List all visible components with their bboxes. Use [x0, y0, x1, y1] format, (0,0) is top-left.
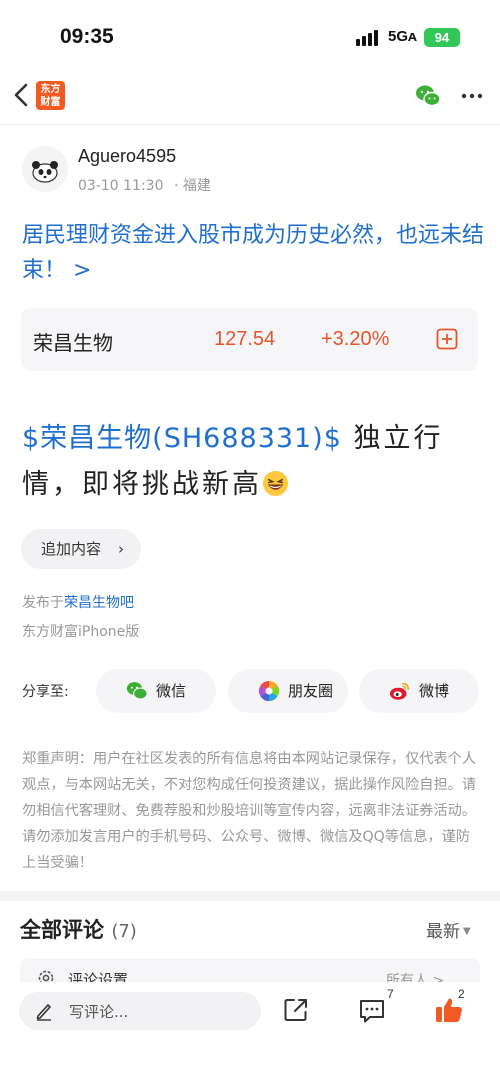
- app-logo[interactable]: 东方 财富: [36, 81, 65, 110]
- logo-line-1: 东方: [40, 84, 61, 95]
- comment-count-badge: 7: [387, 987, 394, 1001]
- comment-input[interactable]: 写评论...: [19, 992, 261, 1030]
- post-date: 03-10 11:30: [78, 178, 164, 194]
- author-name[interactable]: Aguero4595: [78, 146, 176, 167]
- wechat-icon[interactable]: [415, 84, 441, 108]
- comments-title-label: 全部评论: [20, 918, 104, 942]
- comment-placeholder: 写评论...: [69, 1003, 129, 1021]
- sort-label: 最新: [426, 922, 460, 942]
- signal-icon: [356, 29, 382, 46]
- published-prefix: 发布于: [22, 595, 64, 611]
- avatar[interactable]: [22, 146, 68, 192]
- stock-change: +3.20%: [321, 328, 390, 350]
- post-location: · 福建: [173, 178, 211, 194]
- wechat-icon: [126, 682, 148, 700]
- battery-icon: 94: [424, 28, 460, 47]
- share-icon[interactable]: [283, 997, 309, 1023]
- back-icon[interactable]: [10, 80, 34, 110]
- panda-avatar-icon: [32, 161, 58, 183]
- share-wechat-button[interactable]: 微信: [96, 669, 216, 713]
- share-label: 分享至:: [22, 684, 69, 700]
- logo-line-2: 财富: [40, 97, 61, 108]
- sort-dropdown[interactable]: 最新 ▼: [426, 917, 471, 942]
- comments-title: 全部评论 (7): [20, 914, 137, 944]
- status-time: 09:35: [60, 25, 114, 48]
- share-weibo-label: 微博: [419, 682, 450, 700]
- caret-down-icon: ▼: [463, 926, 471, 937]
- laughing-emoji-icon: [262, 470, 289, 497]
- post-meta: 03-10 11:30 · 福建: [78, 175, 211, 195]
- stock-name: 荣昌生物: [33, 331, 113, 355]
- network-label: 5Gᴀ: [388, 28, 417, 45]
- related-headline[interactable]: 居民理财资金进入股市成为历史必然，也远未结束！ >: [22, 218, 484, 288]
- section-divider: [0, 891, 500, 901]
- published-device: 东方财富iPhone版: [22, 624, 140, 640]
- add-watchlist-icon[interactable]: [436, 328, 458, 350]
- share-wechat-label: 微信: [156, 682, 187, 700]
- add-content-label: 追加内容: [41, 540, 102, 558]
- nav-divider: [0, 124, 500, 125]
- more-icon[interactable]: [460, 86, 484, 106]
- like-count-badge: 2: [458, 987, 465, 1001]
- bottom-action-bar: 写评论... 7 2: [0, 982, 500, 1083]
- add-content-button[interactable]: 追加内容 ›: [21, 529, 141, 569]
- status-bar: 09:35 5Gᴀ 94: [0, 0, 500, 70]
- share-weibo-button[interactable]: 微博: [359, 669, 479, 713]
- disclaimer-text: 郑重声明：用户在社区发表的所有信息将由本网站记录保存，仅代表个人观点，与本网站无…: [22, 751, 477, 871]
- chevron-right-icon: ›: [118, 540, 124, 558]
- published-in: 发布于荣昌生物吧: [22, 592, 134, 612]
- stock-card[interactable]: 荣昌生物 127.54 +3.20%: [21, 308, 478, 371]
- nav-bar: 东方 财富: [0, 72, 500, 122]
- weibo-icon: [389, 682, 410, 700]
- stock-tag-link[interactable]: $荣昌生物(SH688331)$: [22, 423, 342, 454]
- share-moments-label: 朋友圈: [288, 682, 334, 700]
- share-moments-button[interactable]: 朋友圈: [228, 669, 348, 713]
- pencil-icon: [36, 1004, 51, 1021]
- post-body: $荣昌生物(SH688331)$ 独立行情，即将挑战新高: [22, 416, 484, 508]
- comment-icon[interactable]: [358, 998, 386, 1024]
- battery-level: 94: [434, 30, 450, 45]
- stock-bar-link[interactable]: 荣昌生物吧: [64, 595, 134, 611]
- home-indicator: [176, 1072, 324, 1077]
- comments-count: (7): [111, 921, 137, 942]
- stock-price: 127.54: [214, 328, 276, 350]
- moments-icon: [258, 680, 280, 702]
